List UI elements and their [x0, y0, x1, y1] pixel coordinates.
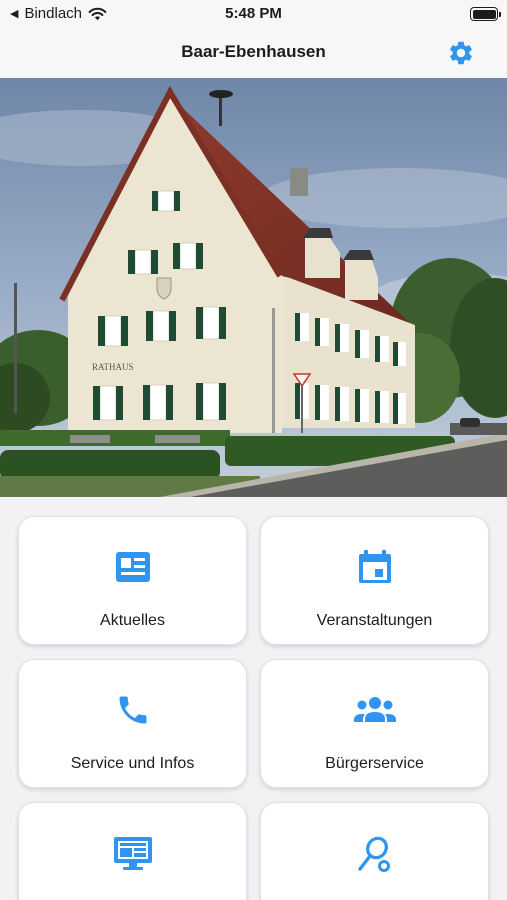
status-bar: ◀ Bindlach 5:48 PM — [0, 0, 507, 30]
status-time: 5:48 PM — [225, 5, 282, 22]
app-screen: ◀ Bindlach 5:48 PM Baar-Ebenhausen RATHA… — [0, 0, 507, 900]
tile-service-und-infos[interactable]: Service und Infos — [18, 659, 247, 788]
town-hall-illustration: RATHAUS — [0, 78, 507, 497]
tile-label: Service und Infos — [70, 755, 195, 772]
tile-label: Aktuelles — [100, 612, 165, 629]
tile-label: Veranstaltungen — [316, 612, 433, 629]
navigation-bar: Baar-Ebenhausen — [0, 30, 507, 78]
tile-buergerservice[interactable]: Bürgerservice — [260, 659, 489, 788]
newspaper-icon — [115, 552, 150, 582]
monitor-icon — [113, 837, 152, 870]
battery-icon — [470, 7, 501, 21]
page-title: Baar-Ebenhausen — [181, 42, 326, 61]
tile-veranstaltungen[interactable]: Veranstaltungen — [260, 516, 489, 645]
phone-icon — [119, 696, 146, 724]
battery-level — [472, 9, 496, 19]
group-icon — [353, 697, 396, 722]
gear-icon[interactable] — [447, 39, 475, 67]
hero-image-town-hall: RATHAUS — [0, 78, 507, 497]
calendar-icon — [358, 550, 391, 583]
tile-aktuelles[interactable]: Aktuelles — [18, 516, 247, 645]
tile-label: Bürgerservice — [325, 755, 424, 772]
tennis-racket-icon — [357, 836, 390, 872]
tile-freizeit[interactable] — [260, 802, 489, 900]
tile-online-services[interactable] — [18, 802, 247, 900]
rathaus-sign: RATHAUS — [92, 362, 134, 372]
